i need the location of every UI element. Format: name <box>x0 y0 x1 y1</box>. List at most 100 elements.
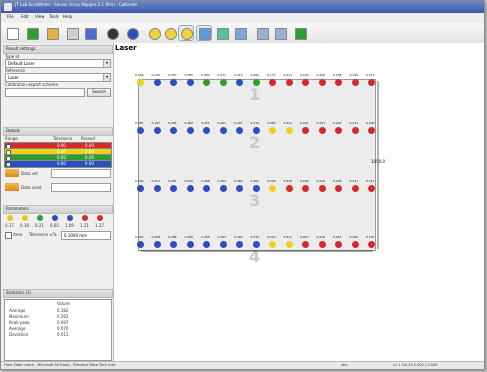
measurement-point[interactable] <box>285 241 293 248</box>
section-header-statistics[interactable]: Statistics (1) <box>3 289 113 298</box>
type-select[interactable]: Default Laser ▾ <box>5 59 111 68</box>
measurement-point[interactable] <box>186 79 194 86</box>
measurement-point[interactable] <box>170 185 177 192</box>
grid-icon[interactable] <box>178 25 194 41</box>
globe-icon[interactable] <box>293 26 307 40</box>
measurement-point[interactable] <box>236 185 243 192</box>
measurement-point[interactable] <box>318 185 326 192</box>
measurement-point[interactable] <box>236 241 243 248</box>
save-icon[interactable] <box>45 26 59 40</box>
measurement-point[interactable] <box>153 241 161 248</box>
scheme-input[interactable] <box>5 88 85 97</box>
measurement-point[interactable] <box>236 79 243 86</box>
export-icon[interactable] <box>83 26 97 40</box>
table-icon[interactable] <box>233 26 247 40</box>
chevron-down-icon: ▾ <box>103 74 110 81</box>
measurement-point[interactable] <box>351 241 359 248</box>
status-row[interactable]: 0.00 0.00 <box>4 160 112 168</box>
measurement-point[interactable] <box>318 79 326 86</box>
measurement-point[interactable] <box>153 79 161 86</box>
measurement-point[interactable] <box>335 185 342 192</box>
measurement-point[interactable] <box>203 185 210 192</box>
measurement-point[interactable] <box>269 79 276 86</box>
menu-tools[interactable]: Tools <box>49 14 59 19</box>
measurement-point[interactable] <box>219 79 227 86</box>
measurement-point[interactable] <box>203 127 210 134</box>
area-checkbox[interactable] <box>5 232 12 239</box>
measurement-point[interactable] <box>351 127 359 134</box>
measurement-point[interactable] <box>302 185 309 192</box>
measurement-point[interactable] <box>137 185 144 192</box>
measurement-point[interactable] <box>335 241 342 248</box>
reference-select[interactable]: Laser ▾ <box>5 73 111 82</box>
measurement-point[interactable] <box>170 79 177 86</box>
option-data-set[interactable]: Data set <box>21 171 38 176</box>
measurement-point[interactable] <box>351 185 359 192</box>
measurement-point[interactable] <box>318 241 326 248</box>
measurement-point[interactable] <box>368 79 375 86</box>
smile-icon[interactable] <box>147 26 161 40</box>
measurement-point[interactable] <box>302 127 309 134</box>
measurement-point[interactable] <box>219 241 227 248</box>
zoom-in-icon[interactable] <box>255 26 269 40</box>
measurement-point[interactable] <box>335 127 342 134</box>
measurement-point[interactable] <box>153 185 161 192</box>
tolerance-field[interactable]: 0.1000 mm <box>61 231 111 240</box>
point-value: 0.253 <box>217 179 227 183</box>
section-header-results[interactable]: Result settings <box>3 45 113 54</box>
measurement-point[interactable] <box>186 241 194 248</box>
search-button[interactable]: Search <box>87 88 111 97</box>
measurement-point[interactable] <box>203 79 210 86</box>
zoom-out-icon[interactable] <box>273 26 287 40</box>
measurement-point[interactable] <box>269 241 276 248</box>
measurement-point[interactable] <box>302 241 309 248</box>
menu-help[interactable]: Help <box>63 14 72 19</box>
point-value: 0.244 <box>300 179 309 183</box>
measurement-point[interactable] <box>368 185 375 192</box>
measurement-point[interactable] <box>285 79 293 86</box>
map-icon[interactable] <box>215 26 229 40</box>
section-header-details[interactable]: Details <box>3 127 113 136</box>
run-icon[interactable] <box>105 26 119 40</box>
measurement-point[interactable] <box>203 241 210 248</box>
measurement-point[interactable] <box>219 185 227 192</box>
point-value: 0.297 <box>234 121 243 125</box>
smile-icon[interactable] <box>163 26 177 40</box>
measurement-point[interactable] <box>170 241 177 248</box>
measurement-point[interactable] <box>186 127 194 134</box>
measurement-point[interactable] <box>219 127 227 134</box>
measurement-point[interactable] <box>302 79 309 86</box>
measurement-point[interactable] <box>351 79 359 86</box>
legend-dot <box>7 215 13 221</box>
measurement-point[interactable] <box>170 127 177 134</box>
measurement-point[interactable] <box>368 241 375 248</box>
point-value: 0.268 <box>201 179 210 183</box>
measurement-point[interactable] <box>137 127 144 134</box>
section-header-parameters[interactable]: Parameters <box>3 205 113 214</box>
measurement-point[interactable] <box>269 185 276 192</box>
measurement-point[interactable] <box>236 127 243 134</box>
measurement-point[interactable] <box>285 127 293 134</box>
measurement-point[interactable] <box>368 127 375 134</box>
point-value: 0.300 <box>201 73 210 77</box>
measurement-point[interactable] <box>269 127 276 134</box>
menu-edit[interactable]: Edit <box>21 14 29 19</box>
info-icon[interactable] <box>125 26 139 40</box>
menu-view[interactable]: View <box>35 14 45 19</box>
measurement-point[interactable] <box>285 185 293 192</box>
print-icon[interactable] <box>65 26 79 40</box>
measurement-point[interactable] <box>335 79 342 86</box>
open-icon[interactable] <box>25 26 39 40</box>
measurement-point[interactable] <box>137 79 144 86</box>
option-data-used[interactable]: Data used <box>21 185 41 190</box>
measurement-point[interactable] <box>318 127 326 134</box>
data-used-field[interactable] <box>51 183 111 192</box>
menu-file[interactable]: File <box>7 14 14 19</box>
measurement-point[interactable] <box>153 127 161 134</box>
measurement-point[interactable] <box>186 185 194 192</box>
new-icon[interactable] <box>5 26 19 40</box>
chart-icon[interactable] <box>196 25 212 41</box>
row-checkbox[interactable] <box>6 162 11 167</box>
measurement-point[interactable] <box>137 241 144 248</box>
data-set-field[interactable] <box>51 169 111 178</box>
